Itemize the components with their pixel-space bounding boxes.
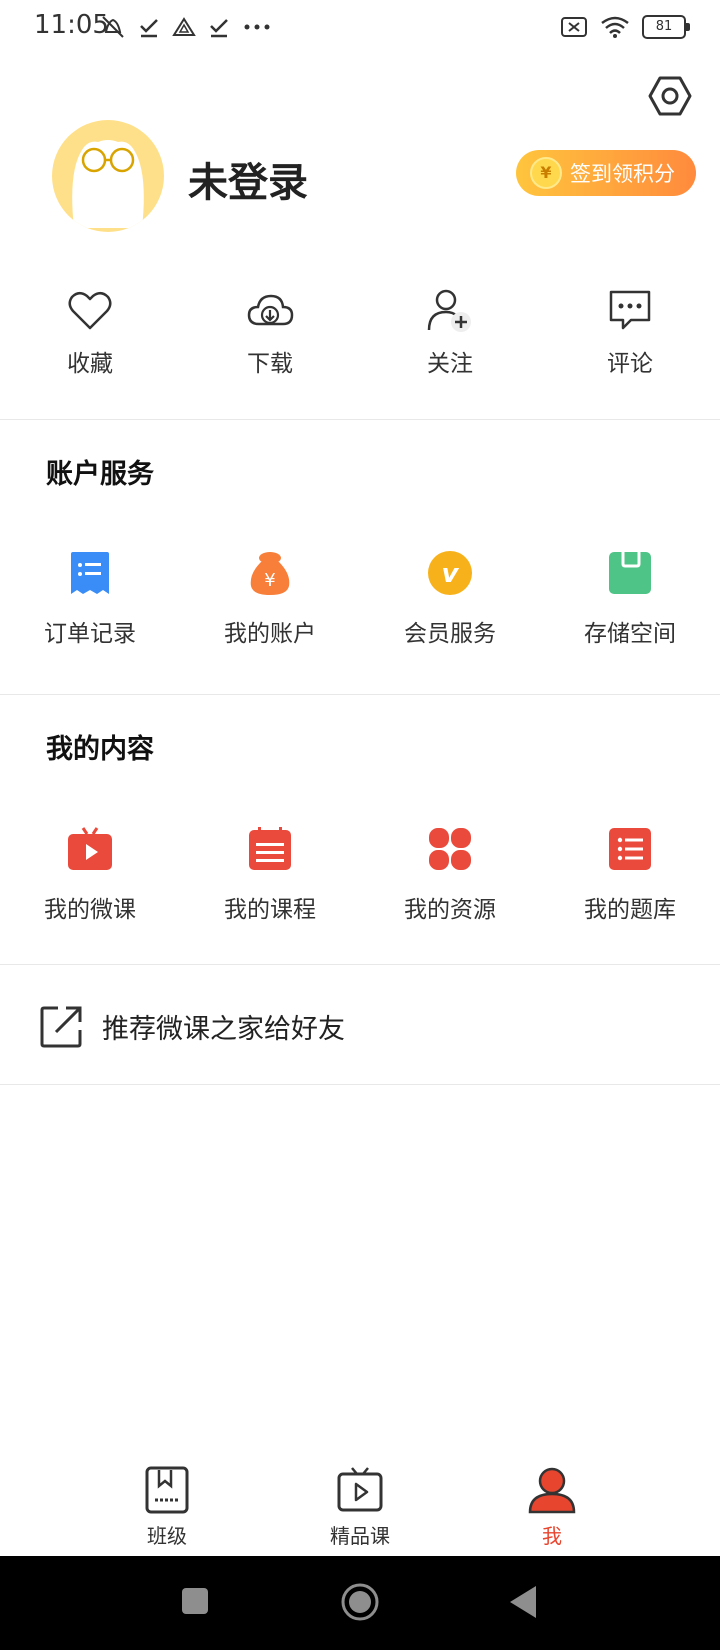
order-records-button[interactable]: 订单记录: [0, 550, 180, 660]
class-book-icon: [145, 1466, 189, 1514]
sim-off-icon: [561, 17, 587, 37]
bottom-nav: 班级 精品课 我: [0, 1460, 720, 1556]
default-avatar-icon: [72, 140, 144, 228]
my-content-grid: 我的微课 我的课程 我的资源 我的题库: [0, 826, 720, 936]
recommend-label: 推荐微课之家给好友: [102, 1013, 345, 1045]
account-services-title: 账户服务: [46, 459, 154, 490]
settings-hex-icon: [648, 76, 692, 116]
my-account-button[interactable]: ¥ 我的账户: [180, 550, 360, 660]
storage-icon: [609, 552, 651, 594]
nav-class-tab[interactable]: 班级: [143, 1466, 191, 1549]
cloud-download-icon: [247, 294, 294, 326]
nav-featured-label: 精品课: [330, 1524, 390, 1548]
recommend-to-friends-button[interactable]: 推荐微课之家给好友: [0, 966, 720, 1086]
order-record-icon: [71, 552, 109, 594]
heart-icon: [68, 292, 112, 330]
quick-actions: 收藏 下载 关注 评论: [0, 286, 720, 396]
my-question-bank-button[interactable]: 我的题库: [540, 826, 720, 936]
mute-icon: [102, 16, 124, 38]
battery-icon: 81: [642, 15, 690, 39]
vip-icon: v: [428, 551, 472, 595]
downloads-button[interactable]: 下载: [180, 286, 360, 396]
my-microlessons-label: 我的微课: [44, 897, 136, 923]
favorites-label: 收藏: [67, 351, 113, 377]
following-button[interactable]: 关注: [360, 286, 540, 396]
favorites-button[interactable]: 收藏: [0, 286, 180, 396]
user-name[interactable]: 未登录: [188, 150, 308, 208]
comments-label: 评论: [607, 351, 653, 377]
vip-service-label: 会员服务: [404, 621, 496, 647]
nav-me-tab[interactable]: 我: [528, 1466, 576, 1549]
my-content-title: 我的内容: [46, 734, 154, 765]
comment-icon: [609, 290, 651, 330]
check-icon: [210, 19, 228, 38]
status-time: 11:05: [34, 10, 109, 40]
my-resources-label: 我的资源: [404, 897, 496, 923]
nav-featured-tab[interactable]: 精品课: [330, 1466, 390, 1549]
resource-grid-icon: [429, 828, 471, 870]
status-icons-right: 81: [560, 12, 690, 42]
divider: [0, 1084, 720, 1085]
settings-button[interactable]: [648, 74, 692, 118]
storage-label: 存储空间: [584, 621, 676, 647]
video-tv-icon: [68, 827, 112, 870]
share-external-icon: [40, 1006, 82, 1048]
calendar-course-icon: [249, 827, 291, 870]
recents-square-icon[interactable]: [180, 1586, 210, 1616]
system-navigation-bar: [0, 1556, 720, 1650]
money-bag-icon: ¥: [250, 552, 290, 595]
my-account-label: 我的账户: [224, 621, 316, 647]
nav-me-label: 我: [542, 1524, 562, 1548]
user-profile-icon: [528, 1467, 576, 1514]
my-question-bank-label: 我的题库: [584, 897, 676, 923]
add-user-icon: [427, 289, 471, 332]
comments-button[interactable]: 评论: [540, 286, 720, 396]
svg-text:v: v: [442, 559, 460, 589]
account-services-grid: 订单记录 ¥ 我的账户 v 会员服务 存储空间: [0, 550, 720, 660]
home-circle-icon[interactable]: [340, 1582, 380, 1622]
status-icons-left: [100, 12, 272, 42]
my-resources-button[interactable]: 我的资源: [360, 826, 540, 936]
divider: [0, 964, 720, 965]
downloads-label: 下载: [247, 351, 293, 377]
question-list-icon: [609, 828, 651, 870]
my-courses-label: 我的课程: [224, 897, 316, 923]
drive-icon: [172, 17, 196, 36]
following-label: 关注: [427, 351, 473, 377]
my-courses-button[interactable]: 我的课程: [180, 826, 360, 936]
avatar[interactable]: [52, 120, 164, 232]
vip-service-button[interactable]: v 会员服务: [360, 550, 540, 660]
divider: [0, 694, 720, 695]
more-dots-icon: [244, 24, 270, 30]
wifi-icon: [601, 16, 629, 38]
divider: [0, 419, 720, 420]
tv-play-icon: [337, 1467, 383, 1512]
signin-label: 签到领积分: [570, 162, 675, 186]
signin-points-button[interactable]: ¥ 签到领积分: [516, 150, 696, 196]
svg-text:¥: ¥: [264, 570, 275, 591]
my-microlessons-button[interactable]: 我的微课: [0, 826, 180, 936]
storage-button[interactable]: 存储空间: [540, 550, 720, 660]
coin-icon: ¥: [530, 157, 562, 189]
check-icon: [140, 19, 158, 38]
back-triangle-icon[interactable]: [508, 1584, 538, 1620]
nav-class-label: 班级: [147, 1524, 187, 1548]
order-records-label: 订单记录: [44, 621, 136, 647]
